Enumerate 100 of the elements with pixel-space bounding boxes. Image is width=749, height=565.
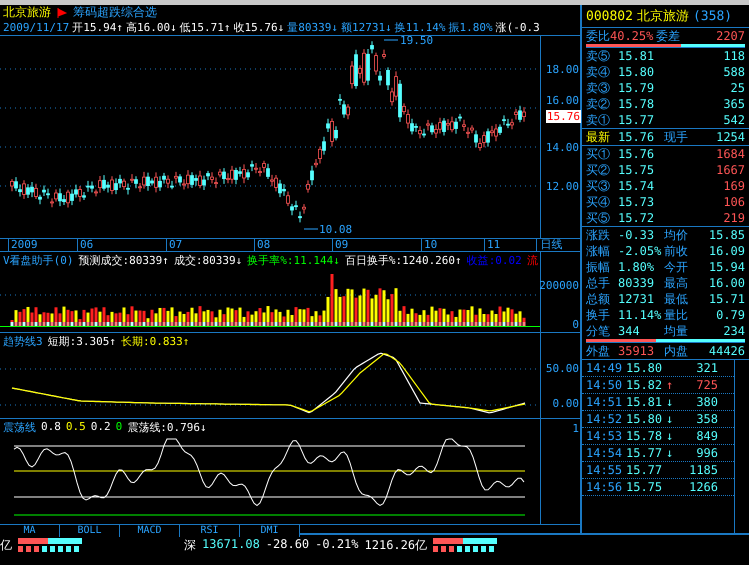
order-volume: 588 xyxy=(722,65,745,79)
tick-volume: 725 xyxy=(695,378,718,392)
order-volume: 365 xyxy=(722,97,745,111)
tick-price: 15.80 xyxy=(626,412,664,426)
order-volume: 106 xyxy=(722,195,745,209)
indicator-name: 震荡线 xyxy=(3,420,36,435)
quote-value: 涨(-0.3 xyxy=(496,20,540,35)
quote-value: 额12731↓ xyxy=(340,20,392,35)
indicator-tab[interactable]: MA xyxy=(0,525,60,537)
indicator-value: 0 xyxy=(116,420,122,435)
field-value: 44426 xyxy=(708,344,745,358)
formula-name: 筹码超跌综合选 xyxy=(73,4,157,21)
field-label: 外盘 xyxy=(586,342,611,360)
field-value: 234 xyxy=(722,324,745,338)
order-price: 15.73 xyxy=(618,195,656,209)
tick-arrow: ↓ xyxy=(666,429,674,443)
market-label: 深 xyxy=(184,537,196,554)
indicator-tab[interactable]: DMI xyxy=(240,525,300,537)
field-label: 现手 xyxy=(664,128,688,146)
tick-time: 14:51 xyxy=(586,395,624,409)
date-label: 09 xyxy=(332,239,348,251)
axis-label: 12.00 xyxy=(546,180,579,193)
field-label: 内盘 xyxy=(664,342,689,360)
ratio-bar-rest xyxy=(681,44,745,47)
order-price: 15.81 xyxy=(618,49,656,63)
order-price: 15.77 xyxy=(618,113,656,127)
order-label: 卖④ xyxy=(586,64,611,80)
tick-volume: 358 xyxy=(695,412,718,426)
indicator-value: 流 xyxy=(526,253,538,268)
field-value: -2.05% xyxy=(618,244,662,258)
order-label: 买③ xyxy=(586,178,611,194)
unit-label: 亿 xyxy=(0,537,12,554)
indicator-value: 短期:3.305↑ xyxy=(48,334,116,349)
index-change: -28.60 xyxy=(266,537,310,551)
field-label: 最高 xyxy=(664,274,689,292)
field-label: 前收 xyxy=(664,242,689,260)
tick-arrow: ↓ xyxy=(666,446,674,460)
field-label: 均量 xyxy=(664,322,689,340)
axis-label: 14.00 xyxy=(546,141,579,154)
field-value: 15.85 xyxy=(708,228,745,242)
field-value: 12731 xyxy=(618,292,656,306)
tick-arrow: ↓ xyxy=(666,395,674,409)
indicator-tab[interactable]: MACD xyxy=(120,525,180,537)
quote-date: 2009/11/17 xyxy=(3,21,70,34)
axis-label: 1 xyxy=(572,422,579,435)
indicator-tab[interactable]: BOLL xyxy=(60,525,120,537)
axis-label: 16.00 xyxy=(546,94,579,107)
field-value: 11.14% xyxy=(618,308,662,322)
order-volume: 169 xyxy=(722,179,745,193)
stock-code: 000802 xyxy=(586,8,633,24)
quote-value: 振1.80% xyxy=(448,20,493,35)
tick-price: 15.78 xyxy=(626,429,664,443)
tick-time: 14:55 xyxy=(586,463,624,477)
field-label: 总额 xyxy=(586,290,611,308)
field-value: 40.25% xyxy=(610,29,654,43)
order-volume: 542 xyxy=(722,113,745,127)
field-value: 15.94 xyxy=(708,260,745,274)
tick-arrow: ↓ xyxy=(666,412,674,426)
field-value: 1.80% xyxy=(618,260,656,274)
order-price: 15.80 xyxy=(618,65,656,79)
indicator-value: 预测成交:80339↑ xyxy=(78,253,169,268)
tick-volume: 321 xyxy=(695,361,718,375)
order-volume: 1684 xyxy=(715,147,745,161)
indicator-name: 趋势线3 xyxy=(3,334,43,349)
quote-value: 量80339↓ xyxy=(287,20,338,35)
tick-time: 14:49 xyxy=(586,361,624,375)
tick-volume: 849 xyxy=(695,429,718,443)
indicator-value: 百日换手%:1240.260↑ xyxy=(344,253,462,268)
axis-label: 0.00 xyxy=(552,397,579,410)
turnover-amount: 1216.26亿 xyxy=(364,537,428,554)
order-label: 买⑤ xyxy=(586,210,611,226)
flag-icon xyxy=(57,8,67,18)
indicator-value: 成交:80339↓ xyxy=(174,253,242,268)
order-price: 15.75 xyxy=(618,163,656,177)
tick-time: 14:53 xyxy=(586,429,624,443)
field-value: 15.76 xyxy=(618,130,656,144)
field-label: 分笔 xyxy=(586,322,611,340)
field-label: 委比 xyxy=(586,28,610,44)
tick-price: 15.82 xyxy=(626,378,664,392)
tick-volume: 996 xyxy=(695,446,718,460)
indicator-name: V看盘助手(0) xyxy=(3,253,74,268)
indicator-tab[interactable]: RSI xyxy=(180,525,240,537)
stock-name: 北京旅游 xyxy=(3,4,51,21)
order-label: 卖⑤ xyxy=(586,48,611,64)
field-value: 16.09 xyxy=(708,244,745,258)
date-label: 07 xyxy=(166,239,182,251)
field-value: 2207 xyxy=(715,29,745,43)
field-label: 振幅 xyxy=(586,258,611,276)
field-value: 80339 xyxy=(618,276,656,290)
current-price-tag: 15.76 xyxy=(546,110,581,123)
order-label: 买① xyxy=(586,146,611,162)
order-price: 15.78 xyxy=(618,97,656,111)
tick-price: 15.80 xyxy=(626,361,664,375)
field-value: 15.71 xyxy=(708,292,745,306)
order-price: 15.76 xyxy=(618,147,656,161)
index-value: 13671.08 xyxy=(202,537,260,551)
indicator-value: 0.2 xyxy=(90,420,111,435)
tick-time: 14:54 xyxy=(586,446,624,460)
quote-value: 高16.00↓ xyxy=(126,20,177,35)
tick-volume: 1185 xyxy=(688,463,718,477)
